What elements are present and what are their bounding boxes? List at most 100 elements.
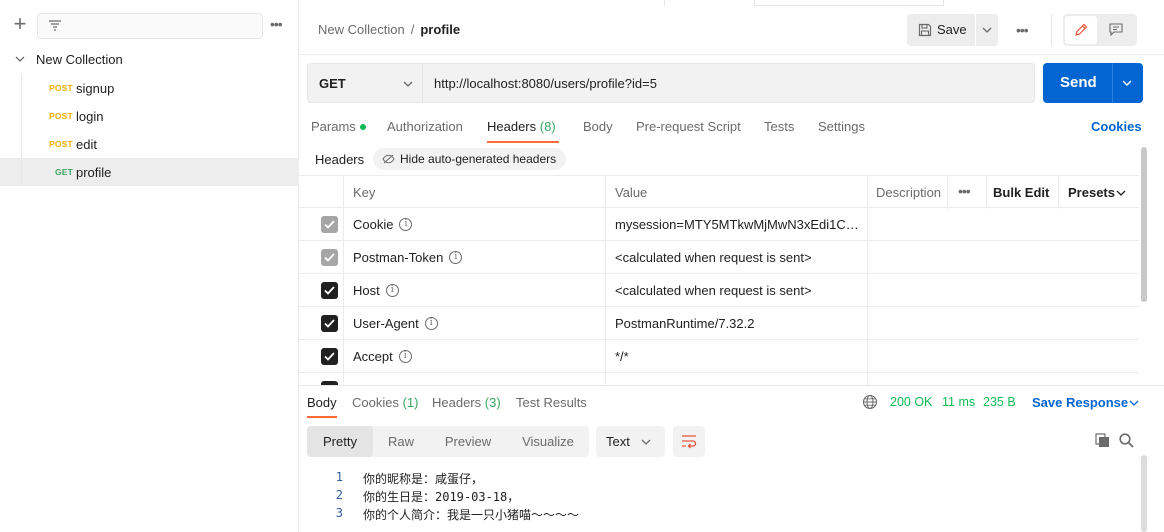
header-cell: Value (606, 176, 868, 209)
sidebar-item-signup[interactable]: POST signup (0, 74, 299, 102)
send-label: Send (1060, 74, 1097, 91)
header-key[interactable]: Accept i (353, 349, 412, 364)
column-options-button[interactable]: ••• (947, 176, 987, 209)
line-content: 你的生日是：2019-03-18， (363, 490, 520, 504)
sidebar-filter-input[interactable] (37, 13, 263, 39)
comment-icon (1109, 23, 1123, 36)
response-size[interactable]: 235 B (983, 395, 1016, 409)
breadcrumb-current[interactable]: profile (420, 22, 460, 37)
collection-node[interactable]: New Collection (0, 48, 299, 72)
search-icon[interactable] (1119, 433, 1134, 448)
header-description[interactable] (868, 307, 1139, 340)
sidebar-item-edit[interactable]: POST edit (0, 130, 299, 158)
header-key[interactable]: Host i (353, 283, 399, 298)
view-preview-button[interactable]: Preview (429, 426, 507, 457)
header-value[interactable]: PostmanRuntime/7.32.2 (615, 316, 865, 331)
view-raw-button[interactable]: Raw (373, 426, 429, 457)
status-code[interactable]: 200 OK (890, 395, 932, 409)
line-number: 2 (335, 488, 343, 502)
sidebar-more-icon[interactable]: ••• (270, 17, 288, 32)
url-value: http://localhost:8080/users/profile?id=5 (434, 76, 657, 91)
hide-auto-generated-button[interactable]: Hide auto-generated headers (373, 148, 566, 170)
new-item-button[interactable]: + (11, 13, 29, 35)
presets-dropdown[interactable]: Presets (1058, 176, 1139, 209)
tab-params[interactable]: Params (311, 119, 366, 134)
info-icon[interactable]: i (398, 350, 412, 364)
cookies-link[interactable]: Cookies (1091, 119, 1142, 134)
info-icon[interactable]: i (449, 251, 463, 265)
copy-icon[interactable] (1095, 433, 1110, 448)
tab-response-body[interactable]: Body (307, 395, 337, 410)
tree-guide (21, 130, 22, 158)
header-key[interactable]: Postman-Token i (353, 250, 463, 265)
row-checkbox[interactable] (321, 315, 338, 332)
save-dropdown-button[interactable] (976, 14, 998, 46)
header-key[interactable]: Cookie i (353, 217, 413, 232)
header-key[interactable]: User-Agent i (353, 316, 438, 331)
tab-response-headers[interactable]: Headers (3) (432, 395, 501, 410)
breadcrumb-parent[interactable]: New Collection (318, 22, 405, 37)
wrap-lines-button[interactable] (673, 426, 705, 457)
save-response-button[interactable]: Save Response (1032, 395, 1139, 410)
tab-headers[interactable]: Headers (8) (487, 119, 556, 134)
info-icon[interactable]: i (424, 317, 438, 331)
chevron-down-icon (1116, 190, 1126, 196)
chevron-down-icon[interactable] (1122, 80, 1132, 87)
format-select[interactable]: Text (596, 426, 665, 457)
more-actions-icon[interactable]: ••• (1016, 23, 1029, 37)
header-description[interactable] (868, 208, 1139, 241)
chevron-down-icon (403, 81, 413, 87)
info-icon[interactable]: i (399, 218, 413, 232)
header-value[interactable]: mysession=MTY5MTkwMjMwN3xEdi1CQ... (615, 217, 865, 232)
save-button[interactable]: Save (907, 14, 975, 46)
header-value[interactable]: <calculated when request is sent> (615, 283, 865, 298)
header-description[interactable] (868, 241, 1139, 274)
header-value[interactable]: */* (615, 349, 865, 364)
column-value: Value (615, 185, 648, 200)
bulk-edit-button[interactable]: Bulk Edit (993, 185, 1049, 200)
table-row: User-Agent i PostmanRuntime/7.32.2 (299, 307, 1139, 340)
tab-authorization[interactable]: Authorization (387, 119, 463, 134)
params-active-dot (359, 123, 366, 130)
headers-table: Key Value Description ••• Bulk Edit Pres… (299, 175, 1139, 385)
row-checkbox[interactable] (321, 282, 338, 299)
tab-test-results[interactable]: Test Results (516, 395, 587, 410)
presets-label: Presets (1068, 185, 1115, 200)
header-cell (299, 176, 344, 209)
tab-settings[interactable]: Settings (818, 119, 865, 134)
line-number: 1 (335, 470, 343, 484)
send-button[interactable]: Send (1043, 63, 1143, 103)
response-scrollbar[interactable] (1141, 455, 1147, 532)
headers-section-label: Headers (315, 152, 365, 167)
view-pretty-button[interactable]: Pretty (307, 426, 373, 457)
line-content: 你的个人简介：我是一只小猪喵～～～～ (363, 508, 580, 522)
send-divider (1112, 63, 1113, 103)
edit-mode-button[interactable] (1065, 16, 1097, 44)
tab-response-cookies[interactable]: Cookies (1) (352, 395, 418, 410)
row-checkbox[interactable] (321, 348, 338, 365)
check-icon (324, 286, 335, 295)
header-description[interactable] (868, 340, 1139, 373)
header-description[interactable] (868, 274, 1139, 307)
tab-tests[interactable]: Tests (764, 119, 794, 134)
header-value[interactable]: <calculated when request is sent> (615, 250, 865, 265)
globe-icon[interactable] (862, 394, 878, 410)
row-checkbox[interactable] (321, 249, 338, 266)
method-value: GET (319, 76, 346, 91)
collection-name: New Collection (36, 52, 123, 67)
divider (1051, 14, 1052, 46)
tab-prerequest-script[interactable]: Pre-request Script (636, 119, 741, 134)
headers-scrollbar[interactable] (1141, 147, 1147, 302)
view-visualize-button[interactable]: Visualize (507, 426, 589, 457)
row-checkbox[interactable] (321, 216, 338, 233)
chevron-down-icon (982, 27, 992, 33)
response-divider[interactable] (299, 385, 1164, 386)
sidebar-item-login[interactable]: POST login (0, 102, 299, 130)
response-time[interactable]: 11 ms (942, 395, 975, 409)
url-input[interactable]: http://localhost:8080/users/profile?id=5 (423, 63, 1035, 103)
tab-body[interactable]: Body (583, 119, 613, 134)
request-name: login (76, 109, 104, 124)
sidebar-item-profile[interactable]: GET profile (0, 158, 299, 186)
method-select[interactable]: GET (307, 63, 423, 103)
info-icon[interactable]: i (385, 284, 399, 298)
